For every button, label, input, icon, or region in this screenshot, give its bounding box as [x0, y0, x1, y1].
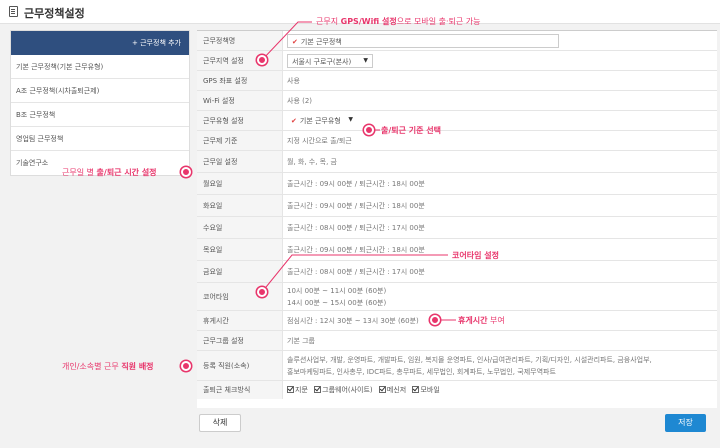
callout-dot-gps [257, 55, 267, 65]
callout-core: 코어타임 설정 [452, 251, 499, 260]
monday-label: 월요일 [203, 179, 223, 188]
row-wednesday: 수요일 출근시간 : 08시 00분 / 퇴근시간 : 17시 00분 [197, 217, 717, 239]
group-value: 기본 그룹 [287, 336, 315, 345]
checkbox-checked-icon [378, 386, 386, 393]
row-members: 등록 직원(소속) 솔루션사업부, 개발, 운영파트, 개발파트, 임원, 복지… [197, 351, 717, 381]
thursday-label: 목요일 [203, 245, 223, 254]
document-icon [9, 6, 18, 17]
worktype-label: 근무유형 설정 [203, 116, 244, 125]
checkbox-fingerprint[interactable]: 지문 [287, 385, 308, 395]
wednesday-value: 출근시간 : 08시 00분 / 퇴근시간 : 17시 00분 [287, 223, 425, 232]
check-icon: ✔ [291, 117, 297, 125]
row-tuesday: 화요일 출근시간 : 09시 00분 / 퇴근시간 : 18시 00분 [197, 195, 717, 217]
basis-label: 근무제 기준 [203, 136, 238, 145]
coretime-line-1: 10시 00분 ~ 11시 00분 (60분) [287, 287, 387, 295]
row-basis: 근무제 기준 지정 시간으로 출/퇴근 [197, 131, 717, 151]
basis-value: 지정 시간으로 출/퇴근 [287, 136, 352, 145]
sidebar-item-default-policy[interactable]: 기본 근무정책(기본 근무유형) [11, 55, 189, 79]
row-break: 휴게시간 점심시간 : 12시 30분 ~ 13시 30분 (60분) [197, 311, 717, 331]
monday-value: 출근시간 : 09시 00분 / 퇴근시간 : 18시 00분 [287, 179, 425, 188]
workdays-label: 근무일 설정 [203, 157, 238, 166]
row-wifi: Wi-Fi 설정 사용 (2) [197, 91, 717, 111]
callout-gps: 근무지 GPS/Wifi 설정으로 모바일 출·퇴근 가능 [316, 17, 481, 26]
coretime-line-2: 14시 00분 ~ 15시 00분 (60분) [287, 299, 387, 307]
row-friday: 금요일 출근시간 : 08시 00분 / 퇴근시간 : 17시 00분 [197, 261, 717, 283]
wednesday-label: 수요일 [203, 223, 223, 232]
add-policy-button[interactable]: + 근무정책 추가 [11, 31, 189, 55]
policy-sidebar: + 근무정책 추가 기본 근무정책(기본 근무유형) A조 근무정책(시차출퇴근… [10, 30, 190, 176]
location-label: 근무지역 설정 [203, 56, 244, 65]
break-label: 휴게시간 [203, 316, 229, 325]
callout-dot-workday [181, 167, 191, 177]
wifi-label: Wi-Fi 설정 [203, 96, 235, 105]
coretime-label: 코어타임 [203, 292, 229, 301]
checkin-options: 지문 그룹웨어(사이트) 메신저 모바일 [287, 385, 444, 395]
wifi-value: 사용 (2) [287, 96, 313, 105]
friday-label: 금요일 [203, 267, 223, 276]
row-policy-name: 근무정책명 ✔ 기본 근무정책 [197, 31, 717, 51]
tuesday-label: 화요일 [203, 201, 223, 210]
break-value: 점심시간 : 12시 30분 ~ 13시 30분 (60분) [287, 316, 419, 325]
checkbox-checked-icon [287, 386, 294, 393]
check-icon: ✔ [292, 38, 298, 46]
members-line-2: 홍보마케팅파트, 인사총무, IDC파트, 총무파트, 세무법인, 회계파트, … [287, 368, 556, 376]
chevron-down-icon: ▼ [363, 57, 368, 64]
row-group: 근무그룹 설정 기본 그룹 [197, 331, 717, 351]
members-line-1: 솔루션사업부, 개발, 운영파트, 개발파트, 임원, 복지몰 운영파트, 인사… [287, 356, 652, 364]
row-location: 근무지역 설정 서울시 구로구(본사) ▼ [197, 51, 717, 71]
policy-name-label: 근무정책명 [203, 36, 236, 45]
callout-dot-break [430, 315, 440, 325]
checkbox-checked-icon [412, 386, 420, 393]
tuesday-value: 출근시간 : 09시 00분 / 퇴근시간 : 18시 00분 [287, 201, 425, 210]
delete-button[interactable]: 삭제 [199, 414, 241, 432]
row-coretime: 코어타임 10시 00분 ~ 11시 00분 (60분) 14시 00분 ~ 1… [197, 283, 717, 311]
worktype-select[interactable]: ✔ 기본 근무유형 ▼ [287, 114, 357, 128]
friday-value: 출근시간 : 08시 00분 / 퇴근시간 : 17시 00분 [287, 267, 425, 276]
checkbox-groupware[interactable]: 그룹웨어(사이트) [314, 385, 373, 395]
location-select[interactable]: 서울시 구로구(본사) ▼ [287, 54, 373, 68]
policy-name-input[interactable]: ✔ 기본 근무정책 [287, 34, 559, 48]
checkin-label: 출퇴근 체크방식 [203, 386, 251, 394]
chevron-down-icon: ▼ [348, 116, 353, 123]
callout-staff: 개인/소속별 근무 직원 배정 [62, 362, 154, 371]
callout-dot-checkin [364, 125, 374, 135]
row-gps: GPS 좌표 설정 사용 [197, 71, 717, 91]
policy-form: 근무정책명 ✔ 기본 근무정책 근무지역 설정 서울시 구로구(본사) ▼ GPS … [197, 30, 717, 408]
callout-break: 휴게시간 부여 [458, 316, 505, 325]
members-label: 등록 직원(소속) [203, 361, 250, 370]
callout-dot-core [257, 287, 267, 297]
row-checkin: 출퇴근 체크방식 지문 그룹웨어(사이트) 메신저 모바일 [197, 381, 717, 399]
page-title: 근무정책설정 [24, 7, 85, 20]
checkbox-mobile[interactable]: 모바일 [412, 385, 440, 395]
sidebar-item-sales-policy[interactable]: 영업팀 근무정책 [11, 127, 189, 151]
sidebar-item-a-group-policy[interactable]: A조 근무정책(시차출퇴근제) [11, 79, 189, 103]
callout-checkin-basis: 출/퇴근 기준 선택 [381, 126, 442, 135]
row-worktype: 근무유형 설정 ✔ 기본 근무유형 ▼ [197, 111, 717, 131]
row-monday: 월요일 출근시간 : 09시 00분 / 퇴근시간 : 18시 00분 [197, 173, 717, 195]
checkbox-messenger[interactable]: 메신저 [378, 385, 406, 395]
gps-value: 사용 [287, 76, 300, 85]
thursday-value: 출근시간 : 09시 00분 / 퇴근시간 : 18시 00분 [287, 245, 425, 254]
workdays-value: 월, 화, 수, 목, 금 [287, 157, 338, 166]
callout-dot-staff [181, 361, 191, 371]
group-label: 근무그룹 설정 [203, 336, 244, 345]
row-workdays: 근무일 설정 월, 화, 수, 목, 금 [197, 151, 717, 173]
callout-workday: 근무일 별 출/퇴근 시간 설정 [62, 168, 157, 177]
save-button[interactable]: 저장 [665, 414, 706, 432]
gps-label: GPS 좌표 설정 [203, 76, 248, 85]
sidebar-item-b-group-policy[interactable]: B조 근무정책 [11, 103, 189, 127]
checkbox-checked-icon [314, 386, 322, 393]
